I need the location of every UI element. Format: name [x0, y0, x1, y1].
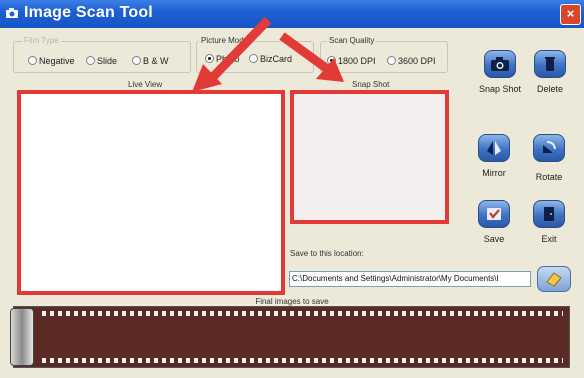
annotation-arrows — [192, 16, 344, 92]
app-window: Image Scan Tool × Film Type Negative Sli… — [0, 0, 584, 378]
arrow-to-live-view — [192, 16, 272, 92]
arrow-to-snap-shot — [279, 32, 344, 82]
